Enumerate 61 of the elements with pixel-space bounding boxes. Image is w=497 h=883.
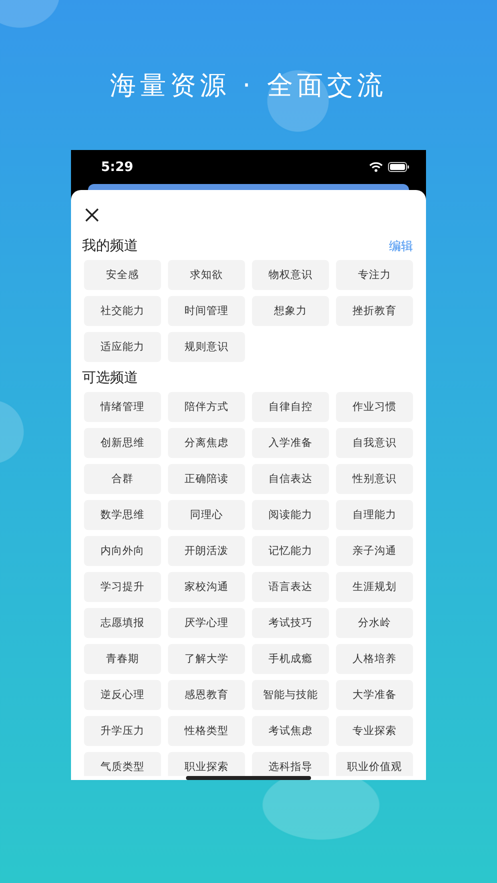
channel-chip[interactable]: 逆反心理 (84, 680, 161, 710)
channel-chip[interactable]: 人格培养 (336, 644, 413, 674)
channel-chip[interactable]: 专业探索 (336, 716, 413, 746)
channel-chip[interactable]: 亲子沟通 (336, 536, 413, 566)
channel-chip[interactable]: 家校沟通 (168, 572, 245, 602)
channel-chip[interactable]: 了解大学 (168, 644, 245, 674)
channel-chip[interactable]: 规则意识 (168, 332, 245, 362)
channel-chip[interactable]: 分水岭 (336, 608, 413, 638)
channel-chip[interactable]: 学习提升 (84, 572, 161, 602)
channel-chip[interactable]: 时间管理 (168, 296, 245, 326)
channel-chip[interactable]: 职业探索 (168, 752, 245, 776)
channel-chip[interactable]: 考试技巧 (252, 608, 329, 638)
channel-chip[interactable]: 安全感 (84, 260, 161, 290)
channel-chip[interactable]: 专注力 (336, 260, 413, 290)
channel-chip[interactable]: 适应能力 (84, 332, 161, 362)
channel-chip[interactable]: 青春期 (84, 644, 161, 674)
channel-chip[interactable]: 物权意识 (252, 260, 329, 290)
section-title: 可选频道 (82, 369, 138, 387)
close-icon[interactable] (84, 207, 100, 223)
channel-chip[interactable]: 创新思维 (84, 428, 161, 458)
channel-chip[interactable]: 感恩教育 (168, 680, 245, 710)
channel-chip[interactable]: 分离焦虑 (168, 428, 245, 458)
channel-chip[interactable]: 同理心 (168, 500, 245, 530)
channel-chip[interactable]: 自理能力 (336, 500, 413, 530)
channel-chip[interactable]: 正确陪读 (168, 464, 245, 494)
channel-chip[interactable]: 挫折教育 (336, 296, 413, 326)
channel-chip[interactable]: 内向外向 (84, 536, 161, 566)
channel-chip[interactable]: 数学思维 (84, 500, 161, 530)
channel-chip[interactable]: 性别意识 (336, 464, 413, 494)
channel-chip[interactable]: 手机成瘾 (252, 644, 329, 674)
channel-chip[interactable]: 阅读能力 (252, 500, 329, 530)
channel-chip[interactable]: 升学压力 (84, 716, 161, 746)
headline: 海量资源 · 全面交流 (109, 70, 388, 103)
channel-chip[interactable]: 智能与技能 (252, 680, 329, 710)
channel-chip[interactable]: 陪伴方式 (168, 392, 245, 422)
channel-chip[interactable]: 作业习惯 (336, 392, 413, 422)
channel-chip[interactable]: 选科指导 (252, 752, 329, 776)
channel-chip[interactable]: 求知欲 (168, 260, 245, 290)
channel-chip[interactable]: 考试焦虑 (252, 716, 329, 746)
channel-chip[interactable]: 自我意识 (336, 428, 413, 458)
channel-chip[interactable]: 记忆能力 (252, 536, 329, 566)
channel-chip[interactable]: 大学准备 (336, 680, 413, 710)
channel-chip[interactable]: 性格类型 (168, 716, 245, 746)
battery-icon (388, 162, 410, 172)
channel-chip[interactable]: 入学准备 (252, 428, 329, 458)
channel-chip[interactable]: 志愿填报 (84, 608, 161, 638)
section-title: 我的频道 (82, 237, 138, 255)
channel-chip[interactable]: 自律自控 (252, 392, 329, 422)
channel-chip[interactable]: 生涯规划 (336, 572, 413, 602)
status-time: 5:29 (101, 160, 134, 174)
channel-chip[interactable]: 开朗活泼 (168, 536, 245, 566)
channel-chip[interactable]: 厌学心理 (168, 608, 245, 638)
wifi-icon (369, 162, 383, 172)
channel-chip[interactable]: 语言表达 (252, 572, 329, 602)
channel-chip[interactable]: 合群 (84, 464, 161, 494)
channel-chip[interactable]: 情绪管理 (84, 392, 161, 422)
channel-chip[interactable]: 自信表达 (252, 464, 329, 494)
channel-chip[interactable]: 社交能力 (84, 296, 161, 326)
channel-chip[interactable]: 气质类型 (84, 752, 161, 776)
channel-chip[interactable]: 职业价值观 (336, 752, 413, 776)
channel-chip[interactable]: 想象力 (252, 296, 329, 326)
